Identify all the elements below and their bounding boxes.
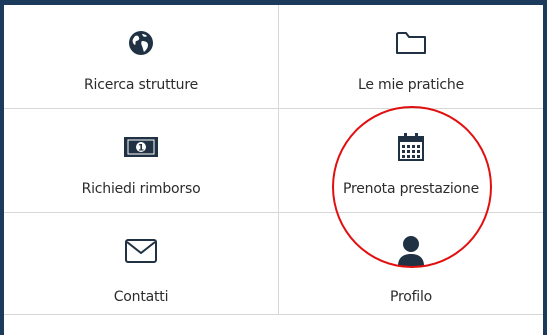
menu-tile-label: Profilo (389, 289, 433, 305)
menu-tile-le-mie-pratiche[interactable]: Le mie pratiche (279, 5, 543, 109)
menu-tile-prenota-prestazione[interactable]: Prenota prestazione (279, 109, 543, 213)
menu-tile-richiedi-rimborso[interactable]: 1 Richiedi rimborso (4, 109, 279, 213)
user-icon (391, 233, 431, 269)
folder-icon (391, 25, 431, 61)
svg-text:1: 1 (138, 144, 144, 154)
envelope-icon (121, 233, 161, 269)
menu-tile-label: Prenota prestazione (342, 181, 479, 197)
menu-tile-ricerca-strutture[interactable]: Ricerca strutture (4, 5, 279, 109)
services-menu-grid: Ricerca strutture Le mie pratiche 1 Rich… (4, 5, 543, 315)
footer-band (4, 315, 543, 335)
globe-icon (121, 25, 161, 61)
menu-tile-label: Richiedi rimborso (81, 181, 201, 197)
banknote-icon: 1 (121, 129, 161, 165)
menu-tile-label: Ricerca strutture (83, 77, 199, 93)
right-frame-edge (543, 0, 547, 335)
calendar-icon (391, 129, 431, 165)
menu-tile-contatti[interactable]: Contatti (4, 213, 279, 315)
menu-tile-label: Le mie pratiche (358, 77, 464, 93)
menu-tile-profilo[interactable]: Profilo (279, 213, 543, 315)
menu-tile-label: Contatti (113, 289, 169, 305)
